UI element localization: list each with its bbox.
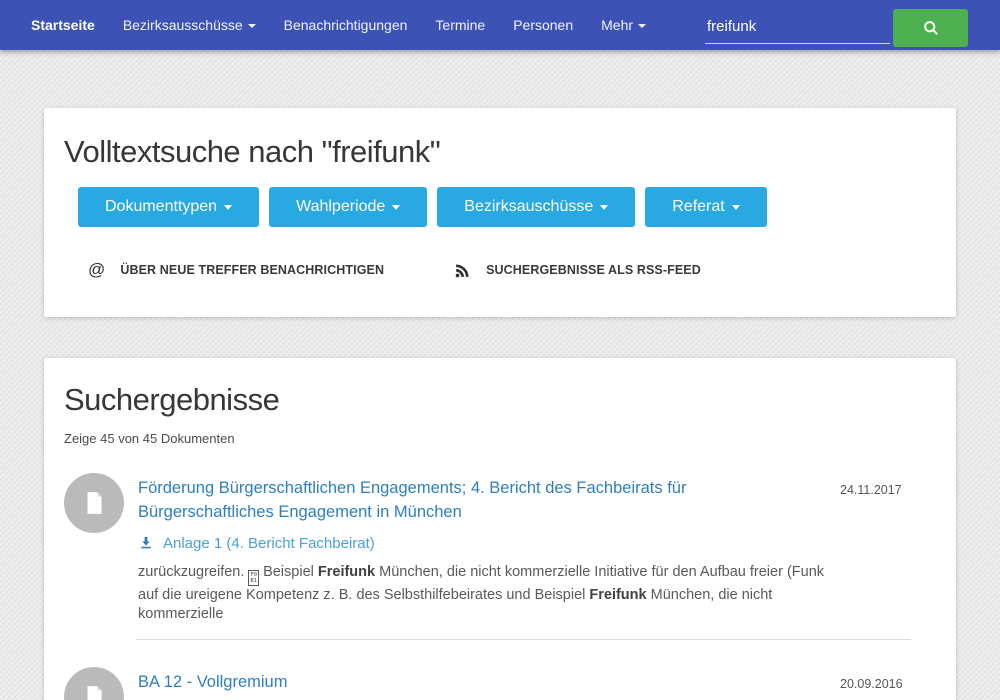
- filter-label: Bezirksauschüsse: [464, 198, 593, 216]
- filter-button-row: Dokumenttypen Wahlperiode Bezirksauschüs…: [78, 187, 936, 227]
- result-body: BA 12 - Vollgremium Tagesordnung 09 2016…: [138, 667, 826, 700]
- notify-link[interactable]: @ ÜBER NEUE TREFFER BENACHRICHTIGEN: [88, 260, 384, 280]
- top-navbar: Startseite Bezirksausschüsse Benachricht…: [0, 0, 1000, 50]
- rss-feed-link[interactable]: SUCHERGEBNISSE ALS RSS-FEED: [454, 262, 701, 279]
- nav-item-termine[interactable]: Termine: [421, 0, 499, 50]
- notify-link-label: ÜBER NEUE TREFFER BENACHRICHTIGEN: [120, 263, 384, 277]
- tofu-hex-bottom: B1: [250, 578, 257, 584]
- attachment-link[interactable]: Anlage 1 (4. Bericht Fachbeirat): [138, 535, 826, 552]
- fulltext-search-card: Volltextsuche nach "freifunk" Dokumentty…: [44, 108, 956, 317]
- results-title: Suchergebnisse: [64, 382, 936, 418]
- result-date: 24.11.2017: [840, 473, 936, 624]
- chevron-down-icon: [638, 24, 646, 28]
- rss-link-label: SUCHERGEBNISSE ALS RSS-FEED: [486, 263, 701, 277]
- snippet-text: Beispiel: [259, 564, 318, 580]
- search-action-links: @ ÜBER NEUE TREFFER BENACHRICHTIGEN SUCH…: [88, 260, 936, 280]
- nav-item-startseite[interactable]: Startseite: [17, 0, 109, 50]
- chevron-down-icon: [732, 205, 740, 210]
- attachment-label: Anlage 1 (4. Bericht Fachbeirat): [163, 535, 375, 552]
- chevron-down-icon: [224, 205, 232, 210]
- result-item: Förderung Bürgerschaftlichen Engagements…: [64, 473, 936, 624]
- result-snippet: zurückzugreifen. F0B1 Beispiel Freifunk …: [138, 563, 826, 624]
- result-divider: [136, 639, 911, 640]
- search-input[interactable]: [705, 8, 890, 44]
- result-title-link[interactable]: Förderung Bürgerschaftlichen Engagements…: [138, 473, 826, 525]
- navbar-search-area: [705, 4, 968, 47]
- filter-bezirksauschuesse-button[interactable]: Bezirksauschüsse: [437, 187, 635, 227]
- missing-glyph-box: F0B1: [248, 570, 259, 586]
- filter-referat-button[interactable]: Referat: [645, 187, 766, 227]
- result-item: BA 12 - Vollgremium Tagesordnung 09 2016…: [64, 667, 936, 700]
- filter-dokumenttypen-button[interactable]: Dokumenttypen: [78, 187, 259, 227]
- snippet-highlight: Freifunk: [318, 564, 375, 580]
- nav-item-personen[interactable]: Personen: [499, 0, 587, 50]
- chevron-down-icon: [600, 205, 608, 210]
- filter-wahlperiode-button[interactable]: Wahlperiode: [269, 187, 427, 227]
- result-title-link[interactable]: BA 12 - Vollgremium: [138, 667, 826, 695]
- avatar: [64, 473, 124, 533]
- snippet-highlight: Freifunk: [589, 587, 646, 603]
- nav-item-mehr[interactable]: Mehr: [587, 0, 660, 50]
- nav-item-label: Mehr: [601, 17, 633, 33]
- filter-label: Referat: [672, 198, 724, 216]
- document-icon: [81, 684, 107, 700]
- results-count: Zeige 45 von 45 Dokumenten: [64, 431, 936, 446]
- search-button[interactable]: [893, 9, 968, 47]
- nav-item-benachrichtigungen[interactable]: Benachrichtigungen: [270, 0, 422, 50]
- search-icon: [921, 18, 941, 38]
- nav-item-label: Bezirksausschüsse: [123, 17, 243, 33]
- download-icon: [138, 535, 154, 551]
- chevron-down-icon: [392, 205, 400, 210]
- rss-icon: [454, 262, 471, 279]
- search-results-card: Suchergebnisse Zeige 45 von 45 Dokumente…: [44, 358, 956, 700]
- at-icon: @: [88, 260, 105, 280]
- snippet-text: zurückzugreifen.: [138, 564, 248, 580]
- page-title: Volltextsuche nach "freifunk": [64, 134, 936, 170]
- document-icon: [81, 490, 107, 516]
- filter-label: Dokumenttypen: [105, 198, 217, 216]
- result-body: Förderung Bürgerschaftlichen Engagements…: [138, 473, 826, 624]
- chevron-down-icon: [248, 24, 256, 28]
- filter-label: Wahlperiode: [296, 198, 385, 216]
- nav-item-bezirksausschuesse[interactable]: Bezirksausschüsse: [109, 0, 270, 50]
- result-date: 20.09.2016: [840, 667, 936, 700]
- avatar: [64, 667, 124, 700]
